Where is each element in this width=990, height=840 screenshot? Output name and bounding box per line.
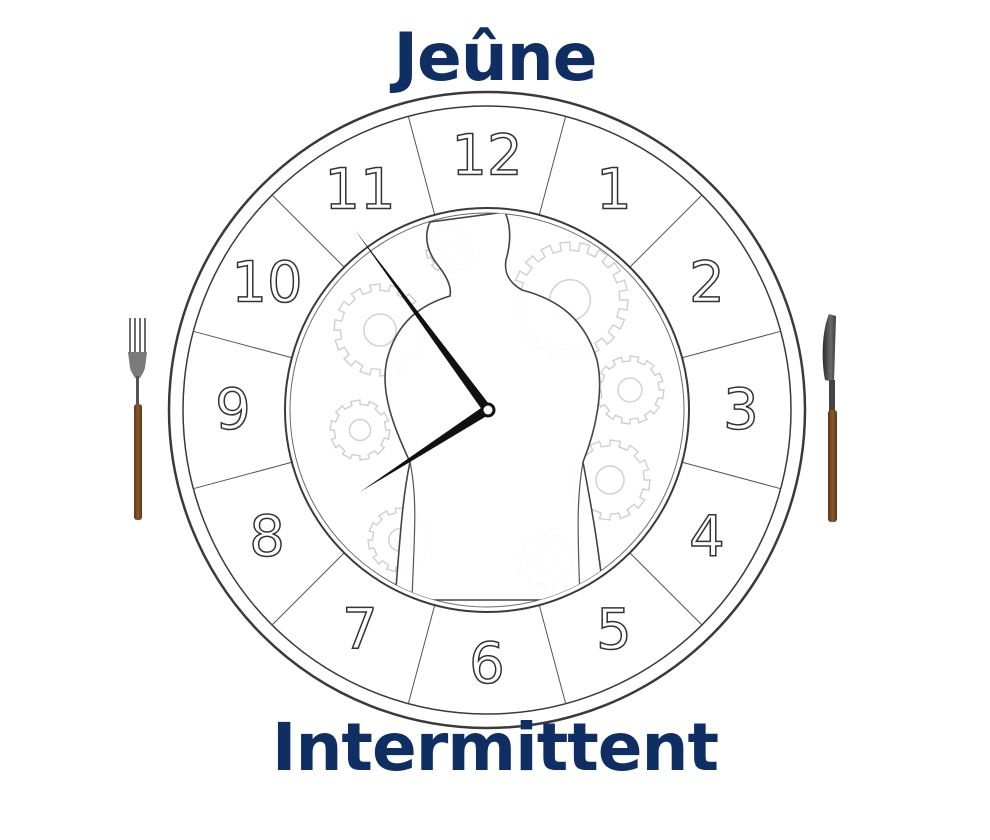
clock-numeral: 6: [469, 632, 505, 697]
clock-numeral: 3: [723, 378, 759, 443]
clock-numeral: 12: [451, 124, 522, 189]
clock-numeral: 1: [596, 158, 632, 223]
clock-numeral: 5: [596, 597, 632, 662]
clock-numeral: 11: [324, 158, 395, 223]
clock-numeral: 10: [231, 251, 302, 316]
clock-numeral: 2: [689, 251, 725, 316]
clock-numeral: 7: [342, 597, 378, 662]
fork-icon: [128, 318, 147, 520]
clock-numeral: 9: [215, 378, 251, 443]
title-bottom: Intermittent: [271, 709, 719, 786]
clock-numeral: 8: [249, 505, 285, 570]
hand-pivot: [480, 402, 496, 418]
clock-numeral: 4: [689, 505, 725, 570]
knife-icon: [822, 314, 837, 522]
